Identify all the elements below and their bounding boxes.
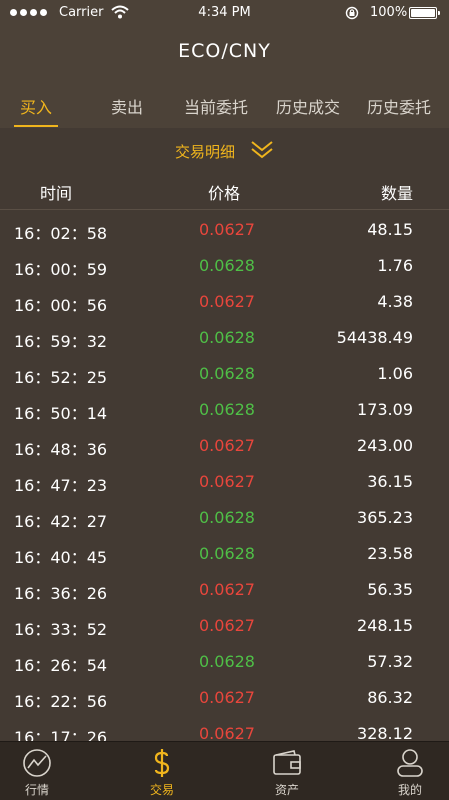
nav-bar: ECO/CNY xyxy=(0,26,449,82)
active-tab-indicator xyxy=(14,125,58,127)
trade-row: 16：22：56 0.0627 86.32 xyxy=(0,680,449,716)
tab-bar-trade[interactable]: 交易 xyxy=(122,742,202,800)
trade-row: 16：00：59 0.0628 1.76 xyxy=(0,248,449,284)
trade-time: 16：36：26 xyxy=(14,584,108,603)
trade-quantity: 56.35 xyxy=(367,580,413,599)
trade-quantity: 243.00 xyxy=(357,436,413,455)
page-title: ECO/CNY xyxy=(178,40,271,62)
double-chevron-down-icon xyxy=(251,141,273,159)
tab-trade-history[interactable]: 历史成交 xyxy=(263,94,353,118)
trade-quantity: 173.09 xyxy=(357,400,413,419)
trade-row: 16：26：54 0.0628 57.32 xyxy=(0,644,449,680)
tab-bar-label: 我的 xyxy=(397,783,422,797)
trade-row: 16：02：58 0.0627 48.15 xyxy=(0,212,449,248)
tab-bar-label: 资产 xyxy=(274,783,299,797)
column-quantity: 数量 xyxy=(380,184,413,203)
tab-sell[interactable]: 卖出 xyxy=(82,94,172,118)
column-price: 价格 xyxy=(208,184,241,203)
section-title: 交易明细 xyxy=(175,143,236,161)
trade-quantity: 4.38 xyxy=(377,292,413,311)
trade-price: 0.0627 xyxy=(199,292,255,311)
trade-row: 16：40：45 0.0628 23.58 xyxy=(0,536,449,572)
tab-current-orders[interactable]: 当前委托 xyxy=(171,94,261,118)
trade-row: 16：52：25 0.0628 1.06 xyxy=(0,356,449,392)
trade-quantity: 248.15 xyxy=(357,616,413,635)
market-chart-icon xyxy=(23,749,51,777)
trade-row: 16：50：14 0.0628 173.09 xyxy=(0,392,449,428)
trade-time: 16：50：14 xyxy=(14,404,108,423)
trade-price: 0.0627 xyxy=(199,616,255,635)
trade-price: 0.0628 xyxy=(199,400,255,419)
trade-time: 16：52：25 xyxy=(14,368,108,387)
trade-time: 16：47：23 xyxy=(14,476,108,495)
trade-price: 0.0627 xyxy=(199,472,255,491)
trade-list: 16：02：58 0.0627 48.15 16：00：59 0.0628 1.76 16：… xyxy=(0,212,449,752)
trade-row: 16：42：27 0.0628 365.23 xyxy=(0,500,449,536)
trade-time: 16：00：59 xyxy=(14,260,108,279)
trade-quantity: 1.06 xyxy=(377,364,413,383)
trade-price: 0.0628 xyxy=(199,508,255,527)
battery-percent: 100% xyxy=(370,5,408,20)
trade-price: 0.0628 xyxy=(199,364,255,383)
trade-time: 16：26：54 xyxy=(14,656,108,675)
trade-row: 16：33：52 0.0627 248.15 xyxy=(0,608,449,644)
trade-quantity: 1.76 xyxy=(377,256,413,275)
trade-quantity: 57.32 xyxy=(367,652,413,671)
trade-price: 0.0628 xyxy=(199,328,255,347)
trade-price: 0.0627 xyxy=(199,220,255,239)
trade-quantity: 48.15 xyxy=(367,220,413,239)
bottom-tab-bar: 行情 交易 资产 我的 xyxy=(0,741,449,800)
trade-time: 16：59：32 xyxy=(14,332,108,351)
trade-price: 0.0628 xyxy=(199,544,255,563)
trade-screen: Carrier 4:34 PM 100% ECO/CNY 买入 卖出 当前委托 … xyxy=(0,0,449,800)
status-bar: Carrier 4:34 PM 100% xyxy=(0,0,449,26)
trade-time: 16：40：45 xyxy=(14,548,108,567)
trade-quantity: 54438.49 xyxy=(336,328,413,347)
trade-time: 16：02：58 xyxy=(14,224,108,243)
dollar-icon xyxy=(154,749,170,777)
trade-price: 0.0627 xyxy=(199,580,255,599)
tab-bar-assets[interactable]: 资产 xyxy=(247,742,327,800)
column-header: 时间 价格 数量 xyxy=(0,170,449,210)
trade-details-toggle[interactable]: 交易明细 xyxy=(0,128,449,170)
user-icon xyxy=(397,749,423,777)
tab-bar-label: 交易 xyxy=(149,783,174,797)
trade-price: 0.0627 xyxy=(199,436,255,455)
trade-price: 0.0628 xyxy=(199,652,255,671)
wallet-icon xyxy=(273,750,301,775)
trade-quantity: 86.32 xyxy=(367,688,413,707)
trade-time: 16：22：56 xyxy=(14,692,108,711)
tab-bar-label: 行情 xyxy=(24,783,49,797)
battery-icon xyxy=(409,7,440,19)
trade-quantity: 36.15 xyxy=(367,472,413,491)
trade-tabs: 买入 卖出 当前委托 历史成交 历史委托 xyxy=(0,82,449,128)
tab-bar-market[interactable]: 行情 xyxy=(0,742,77,800)
trade-row: 16：47：23 0.0627 36.15 xyxy=(0,464,449,500)
trade-time: 16：33：52 xyxy=(14,620,108,639)
trade-row: 16：48：36 0.0627 243.00 xyxy=(0,428,449,464)
rotation-lock-icon xyxy=(345,6,359,20)
trade-time: 16：48：36 xyxy=(14,440,108,459)
trade-row: 16：00：56 0.0627 4.38 xyxy=(0,284,449,320)
trade-row: 16：59：32 0.0628 54438.49 xyxy=(0,320,449,356)
trade-price: 0.0627 xyxy=(199,688,255,707)
trade-time: 16：00：56 xyxy=(14,296,108,315)
tab-order-history[interactable]: 历史委托 xyxy=(354,94,444,118)
tab-bar-profile[interactable]: 我的 xyxy=(370,742,449,800)
trade-quantity: 365.23 xyxy=(357,508,413,527)
trade-quantity: 23.58 xyxy=(367,544,413,563)
trade-row: 16：36：26 0.0627 56.35 xyxy=(0,572,449,608)
trade-price: 0.0628 xyxy=(199,256,255,275)
trade-time: 16：42：27 xyxy=(14,512,108,531)
column-time: 时间 xyxy=(40,184,73,203)
tab-buy[interactable]: 买入 xyxy=(0,94,81,118)
